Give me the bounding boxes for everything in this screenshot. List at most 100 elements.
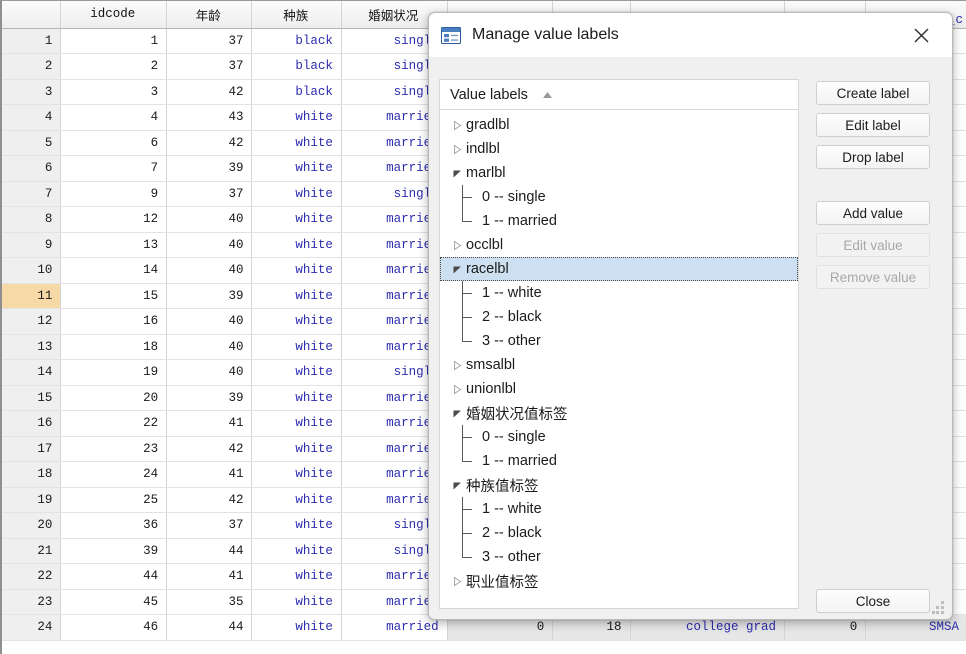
cell-idcode[interactable]: 9 [60,181,168,207]
cell-age[interactable]: 39 [166,283,253,309]
row-number-cell[interactable]: 4 [2,104,62,131]
chevron-down-icon[interactable] [448,481,466,490]
cell-age[interactable]: 37 [166,181,253,207]
row-number-cell[interactable]: 2 [2,53,62,80]
row-number-cell[interactable]: 6 [2,155,62,182]
value-labels-tree-panel[interactable]: Value labels gradlbl indlbl marlbl 0 -- sin… [439,79,799,609]
cell-race[interactable]: white [251,206,342,233]
cell-age[interactable]: 40 [166,334,253,360]
dialog-title-bar[interactable]: Manage value labels [429,13,952,57]
row-number-cell[interactable]: 23 [2,589,62,615]
row-number-cell[interactable]: 7 [2,181,62,207]
tree-child-item[interactable]: 1 -- white [440,281,798,305]
tree-node-职业值标签[interactable]: 职业值标签 [440,569,798,593]
create-label-button[interactable]: Create label [816,81,930,105]
add-value-button[interactable]: Add value [816,201,930,225]
chevron-down-icon[interactable] [448,409,466,418]
cell-race[interactable]: white [251,155,342,182]
cell-race[interactable]: white [251,283,342,309]
cell-idcode[interactable]: 24 [60,461,168,488]
cell-race[interactable]: white [251,461,342,488]
cell-race[interactable]: black [251,79,342,105]
cell-idcode[interactable]: 13 [60,232,168,258]
cell-race[interactable]: black [251,28,342,54]
cell-idcode[interactable]: 22 [60,410,168,437]
cell-age[interactable]: 39 [166,385,253,411]
tree-child-item[interactable]: 3 -- other [440,329,798,353]
cell-age[interactable]: 42 [166,487,253,513]
row-number-cell[interactable]: 1 [2,28,62,54]
cell-age[interactable]: 40 [166,257,253,284]
cell-age[interactable]: 41 [166,410,253,437]
row-number-cell[interactable]: 21 [2,538,62,564]
cell-age[interactable]: 37 [166,28,253,54]
chevron-right-icon[interactable] [448,120,466,130]
cell-idcode[interactable]: 25 [60,487,168,513]
column-header-rownum[interactable] [2,1,62,29]
cell-race[interactable]: black [251,53,342,80]
row-number-cell[interactable]: 22 [2,563,62,590]
cell-race[interactable]: white [251,512,342,539]
chevron-right-icon[interactable] [448,384,466,394]
chevron-down-icon[interactable] [448,265,466,274]
row-number-cell[interactable]: 8 [2,206,62,233]
cell-race[interactable]: white [251,589,342,615]
tree-node-种族值标签[interactable]: 种族值标签 [440,473,798,497]
cell-age[interactable]: 40 [166,206,253,233]
value-labels-tree[interactable]: gradlbl indlbl marlbl 0 -- single 1 -- marri… [440,110,798,593]
chevron-down-icon[interactable] [448,169,466,178]
row-number-cell[interactable]: 10 [2,257,62,284]
cell-idcode[interactable]: 20 [60,385,168,411]
chevron-right-icon[interactable] [448,576,466,586]
cell-age[interactable]: 40 [166,308,253,335]
cell-age[interactable]: 42 [166,79,253,105]
tree-node-marlbl[interactable]: marlbl [440,161,798,185]
cell-idcode[interactable]: 3 [60,79,168,105]
cell-age[interactable]: 39 [166,155,253,182]
cell-idcode[interactable]: 7 [60,155,168,182]
cell-race[interactable]: white [251,359,342,386]
tree-node-婚姻状况值标签[interactable]: 婚姻状况值标签 [440,401,798,425]
cell-race[interactable]: white [251,563,342,590]
cell-race[interactable]: white [251,308,342,335]
cell-idcode[interactable]: 44 [60,563,168,590]
cell-idcode[interactable]: 4 [60,104,168,131]
tree-node-unionlbl[interactable]: unionlbl [440,377,798,401]
tree-child-item[interactable]: 2 -- black [440,305,798,329]
tree-child-item[interactable]: 3 -- other [440,545,798,569]
cell-race[interactable]: white [251,614,342,641]
row-number-cell[interactable]: 20 [2,512,62,539]
tree-child-item[interactable]: 1 -- married [440,209,798,233]
tree-child-item[interactable]: 1 -- white [440,497,798,521]
cell-idcode[interactable]: 46 [60,614,168,641]
drop-label-button[interactable]: Drop label [816,145,930,169]
cell-idcode[interactable]: 12 [60,206,168,233]
cell-race[interactable]: white [251,487,342,513]
tree-child-item[interactable]: 2 -- black [440,521,798,545]
row-number-cell[interactable]: 9 [2,232,62,258]
close-icon[interactable] [900,18,942,52]
row-number-cell[interactable]: 16 [2,410,62,437]
cell-idcode[interactable]: 2 [60,53,168,80]
tree-node-racelbl[interactable]: racelbl [440,257,798,281]
cell-race[interactable]: white [251,538,342,564]
cell-race[interactable]: white [251,181,342,207]
chevron-right-icon[interactable] [448,240,466,250]
edit-label-button[interactable]: Edit label [816,113,930,137]
cell-race[interactable]: white [251,436,342,462]
column-header-idcode[interactable]: idcode [60,1,168,29]
cell-idcode[interactable]: 6 [60,130,168,156]
cell-race[interactable]: white [251,104,342,131]
cell-idcode[interactable]: 15 [60,283,168,309]
tree-node-indlbl[interactable]: indlbl [440,137,798,161]
tree-column-header[interactable]: Value labels [440,80,798,110]
cell-idcode[interactable]: 39 [60,538,168,564]
close-button[interactable]: Close [816,589,930,613]
row-number-cell[interactable]: 19 [2,487,62,513]
cell-age[interactable]: 37 [166,512,253,539]
cell-age[interactable]: 42 [166,436,253,462]
cell-idcode[interactable]: 16 [60,308,168,335]
cell-race[interactable]: white [251,385,342,411]
cell-age[interactable]: 41 [166,461,253,488]
tree-node-gradlbl[interactable]: gradlbl [440,113,798,137]
